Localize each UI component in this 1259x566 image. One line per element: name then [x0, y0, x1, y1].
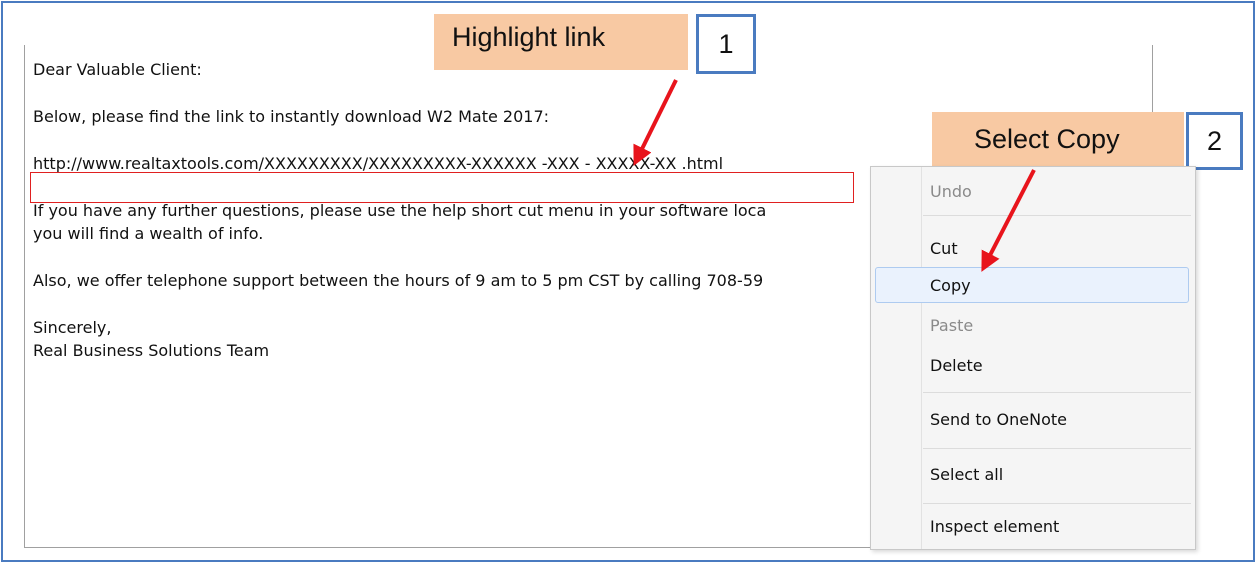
arrow-to-copy [981, 169, 1036, 272]
arrow-to-link [633, 79, 678, 166]
annotation-arrows [633, 79, 1036, 272]
